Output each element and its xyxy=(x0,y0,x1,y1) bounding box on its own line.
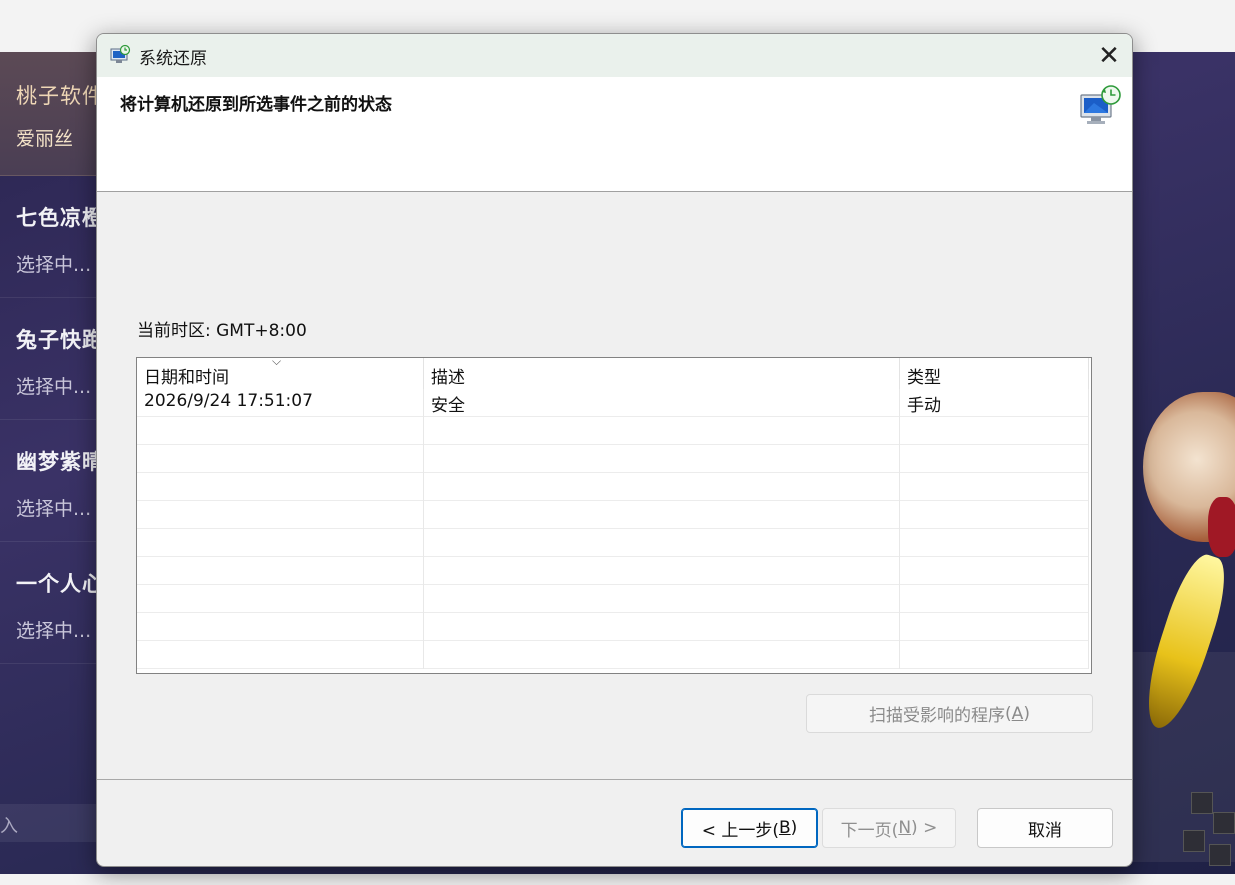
dialog-title: 系统还原 xyxy=(139,49,207,69)
table-row-empty xyxy=(137,473,1089,501)
next-button-prefix: 下一页( xyxy=(840,820,899,841)
back-button-prefix: < 上一步( xyxy=(701,820,779,841)
table-row-empty xyxy=(137,445,1089,473)
dialog-titlebar[interactable]: 系统还原 ✕ xyxy=(97,34,1132,77)
table-cell xyxy=(424,557,900,585)
background-list-item[interactable]: 七色凉橙 选择中... xyxy=(0,176,110,298)
next-button-suffix: ) > xyxy=(911,818,938,838)
sort-chevron-icon: ⌵ xyxy=(272,357,282,368)
table-cell xyxy=(424,613,900,641)
artwork-accent xyxy=(1208,497,1235,557)
table-cell: 2026/9/24 17:51:07 xyxy=(137,389,424,417)
table-cell xyxy=(137,585,424,613)
close-button[interactable]: ✕ xyxy=(1086,34,1132,77)
table-row-empty xyxy=(137,557,1089,585)
table-cell xyxy=(137,473,424,501)
table-cell xyxy=(137,417,424,445)
back-button[interactable]: < 上一步(B) xyxy=(681,808,818,848)
table-cell xyxy=(137,613,424,641)
cancel-button[interactable]: 取消 xyxy=(977,808,1113,848)
table-row-empty xyxy=(137,613,1089,641)
table-cell xyxy=(137,445,424,473)
table-cell xyxy=(900,501,1089,529)
table-cell xyxy=(424,473,900,501)
table-row-empty xyxy=(137,501,1089,529)
next-button[interactable]: 下一页(N) > xyxy=(822,808,956,848)
cube-shape xyxy=(1209,844,1231,866)
back-button-suffix: ) xyxy=(790,818,798,838)
table-cell xyxy=(900,417,1089,445)
desktop-strip-bottom xyxy=(0,874,1235,885)
table-cell xyxy=(137,641,424,669)
table-cell xyxy=(900,585,1089,613)
scan-affected-programs-button[interactable]: 扫描受影响的程序(A) xyxy=(806,694,1093,733)
background-list-item[interactable]: 幽梦紫晴 选择中... xyxy=(0,420,110,542)
system-restore-dialog: 系统还原 ✕ 将计算机还原到所选事件之前的状态 当前时区: GMT+8:00 日… xyxy=(96,33,1133,867)
column-header-type[interactable]: 类型 xyxy=(900,358,1089,389)
timezone-label: 当前时区: GMT+8:00 xyxy=(137,321,307,341)
table-row-empty xyxy=(137,585,1089,613)
background-list: 桃子软件 爱丽丝 七色凉橙 选择中... 兔子快跑 选择中... 幽梦紫晴 选择… xyxy=(0,52,110,664)
scan-button-accel: A xyxy=(1011,703,1024,724)
background-list-item[interactable]: 桃子软件 爱丽丝 xyxy=(0,52,110,176)
restore-points-table: 日期和时间 ⌵ 描述 类型 2026/9/24 17:51:07 安全 手动 xyxy=(136,357,1092,674)
background-list-item[interactable]: 兔子快跑 选择中... xyxy=(0,298,110,420)
artwork-cubes xyxy=(1183,782,1235,872)
cube-shape xyxy=(1213,812,1235,834)
next-button-accel: N xyxy=(898,818,912,838)
table-cell xyxy=(900,473,1089,501)
table-row-empty xyxy=(137,529,1089,557)
dialog-header: 将计算机还原到所选事件之前的状态 xyxy=(97,77,1132,192)
table-cell xyxy=(424,529,900,557)
table-cell xyxy=(424,501,900,529)
table-cell xyxy=(424,417,900,445)
column-header-label: 日期和时间 xyxy=(144,368,229,388)
background-artwork xyxy=(1133,52,1235,874)
table-cell xyxy=(424,585,900,613)
column-header-description[interactable]: 描述 xyxy=(424,358,900,389)
system-restore-monitor-icon xyxy=(1078,83,1124,129)
table-cell: 手动 xyxy=(900,389,1089,417)
footer-divider xyxy=(97,779,1132,780)
table-row-empty xyxy=(137,641,1089,669)
column-header-datetime[interactable]: 日期和时间 ⌵ xyxy=(137,358,424,389)
table-cell xyxy=(137,529,424,557)
table-cell xyxy=(137,557,424,585)
table-cell xyxy=(900,529,1089,557)
cube-shape xyxy=(1183,830,1205,852)
column-header-label: 描述 xyxy=(431,368,465,388)
scan-button-label: 扫描受影响的程序 xyxy=(869,706,1006,726)
table-cell xyxy=(424,445,900,473)
table-cell xyxy=(900,445,1089,473)
table-cell xyxy=(900,557,1089,585)
cube-shape xyxy=(1191,792,1213,814)
header-title: 将计算机还原到所选事件之前的状态 xyxy=(120,95,392,115)
system-restore-icon xyxy=(109,44,131,66)
close-icon: ✕ xyxy=(1098,40,1120,71)
table-cell xyxy=(900,613,1089,641)
table-cell xyxy=(900,641,1089,669)
table-row-empty xyxy=(137,417,1089,445)
table-cell xyxy=(424,641,900,669)
column-header-label: 类型 xyxy=(907,368,941,388)
table-row[interactable]: 2026/9/24 17:51:07 安全 手动 xyxy=(137,389,1089,417)
table-header: 日期和时间 ⌵ 描述 类型 xyxy=(137,358,1091,389)
table-cell xyxy=(137,501,424,529)
back-button-accel: B xyxy=(778,818,791,838)
background-input[interactable]: 入 xyxy=(0,804,110,842)
table-cell: 安全 xyxy=(424,389,900,417)
background-list-item[interactable]: 一个人心 选择中... xyxy=(0,542,110,664)
